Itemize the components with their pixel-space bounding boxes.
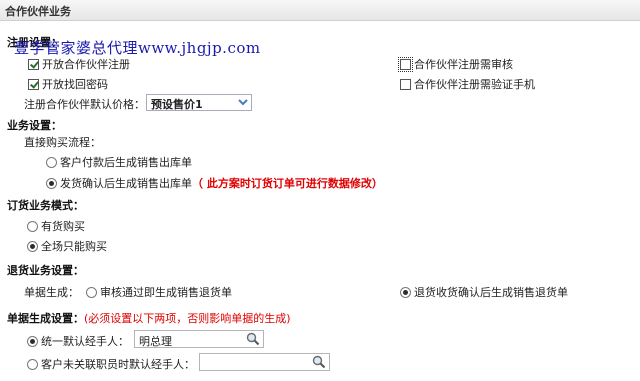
unified-handler-input[interactable]: 明总理 — [134, 330, 264, 348]
checkbox-icon[interactable] — [400, 79, 411, 90]
unassociated-handler-label: 客户未关联职员时默认经手人： — [41, 358, 195, 371]
radio-icon[interactable] — [27, 221, 38, 232]
shipment-flow-label: 发货确认后生成销售出库单 — [60, 177, 192, 190]
require-review-checkbox[interactable]: 合作伙伴注册需审核 — [398, 56, 513, 72]
doc-settings-row: 单据生成设置：(必须设置以下两项，否则影响单据的生成) — [7, 310, 291, 326]
open-password-recovery-label: 开放找回密码 — [42, 78, 108, 91]
radio-icon[interactable] — [27, 336, 38, 347]
review-return-label: 审核通过即生成销售退货单 — [100, 286, 232, 299]
watermark-text: 壹学管家婆总代理www.jhgjp.com — [14, 39, 261, 57]
default-price-value: 预设售价1 — [151, 98, 203, 111]
unified-handler-label: 统一默认经手人： — [41, 335, 129, 348]
in-stock-radio[interactable]: 有货购买 — [27, 218, 85, 234]
chevron-down-icon[interactable] — [237, 96, 249, 109]
search-icon[interactable] — [246, 332, 260, 346]
unified-handler-radio[interactable]: 统一默认经手人： — [27, 333, 129, 349]
purchase-only-radio[interactable]: 全场只能购买 — [27, 238, 107, 254]
doc-settings-note: (必须设置以下两项，否则影响单据的生成) — [84, 312, 291, 325]
open-partner-registration-label: 开放合作伙伴注册 — [42, 58, 130, 71]
default-price-select[interactable]: 预设售价1 — [146, 94, 252, 111]
payment-flow-radio[interactable]: 客户付款后生成销售出库单 — [46, 154, 192, 170]
open-password-recovery-checkbox[interactable]: 开放找回密码 — [28, 76, 108, 92]
radio-icon[interactable] — [27, 359, 38, 370]
payment-flow-label: 客户付款后生成销售出库单 — [60, 156, 192, 169]
radio-icon[interactable] — [46, 157, 57, 168]
shipment-flow-note: （ 此方案时订货订单可进行数据修改） — [192, 177, 383, 190]
search-icon[interactable] — [312, 355, 326, 369]
radio-icon[interactable] — [27, 241, 38, 252]
unassociated-handler-radio[interactable]: 客户未关联职员时默认经手人： — [27, 356, 195, 372]
title-bar: 合作伙伴业务 — [0, 0, 640, 21]
require-phone-verification-checkbox[interactable]: 合作伙伴注册需验证手机 — [400, 76, 535, 92]
unified-handler-value: 明总理 — [139, 335, 172, 348]
purchase-only-label: 全场只能购买 — [41, 240, 107, 253]
doc-settings-heading: 单据生成设置： — [7, 312, 84, 325]
receipt-return-label: 退货收货确认后生成销售退货单 — [414, 286, 568, 299]
returns-heading: 退货业务设置： — [7, 264, 84, 277]
order-mode-heading: 订货业务模式： — [7, 199, 84, 212]
unassociated-handler-input[interactable] — [199, 353, 330, 371]
receipt-return-radio[interactable]: 退货收货确认后生成销售退货单 — [400, 284, 568, 300]
shipment-flow-radio[interactable]: 发货确认后生成销售出库单（ 此方案时订货订单可进行数据修改） — [46, 175, 383, 191]
review-return-radio[interactable]: 审核通过即生成销售退货单 — [86, 284, 232, 300]
require-review-label: 合作伙伴注册需审核 — [414, 58, 513, 71]
doc-generation-label: 单据生成： — [24, 286, 79, 299]
radio-icon[interactable] — [86, 287, 97, 298]
radio-icon[interactable] — [46, 178, 57, 189]
require-phone-verification-label: 合作伙伴注册需验证手机 — [414, 78, 535, 91]
window-title: 合作伙伴业务 — [5, 5, 71, 18]
direct-flow-label: 直接购买流程： — [24, 136, 101, 149]
default-price-label: 注册合作伙伴默认价格： — [24, 98, 145, 111]
checkbox-icon[interactable] — [28, 79, 39, 90]
radio-icon[interactable] — [400, 287, 411, 298]
checkbox-icon[interactable] — [28, 59, 39, 70]
business-heading: 业务设置： — [7, 119, 62, 132]
in-stock-label: 有货购买 — [41, 220, 85, 233]
open-partner-registration-checkbox[interactable]: 开放合作伙伴注册 — [28, 56, 130, 72]
checkbox-icon[interactable] — [398, 57, 413, 72]
